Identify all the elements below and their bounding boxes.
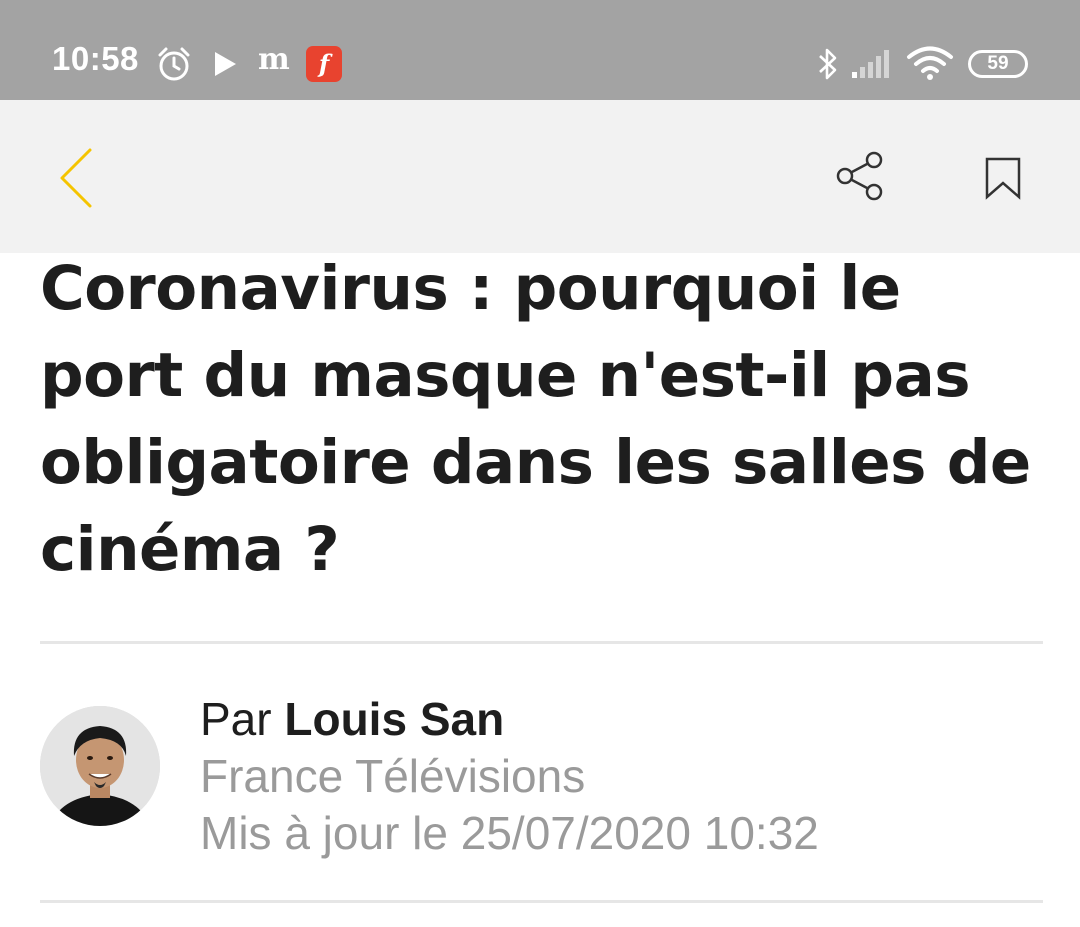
battery-icon: 59 xyxy=(968,50,1028,78)
updated-timestamp: Mis à jour le 25/07/2020 10:32 xyxy=(200,807,819,859)
alarm-icon xyxy=(156,46,192,86)
author-name[interactable]: Louis San xyxy=(284,693,504,745)
source-label: France Télévisions xyxy=(200,750,586,802)
chevron-left-icon[interactable] xyxy=(56,146,96,214)
le-monde-icon: m xyxy=(258,42,290,77)
wifi-icon xyxy=(906,46,954,84)
play-icon xyxy=(212,50,238,82)
article-title: Coronavirus : pourquoi le port du masque… xyxy=(40,253,1031,585)
byline-prefix: Par xyxy=(200,693,272,745)
divider xyxy=(40,900,1043,903)
app-toolbar xyxy=(0,100,1080,253)
franceinfo-icon: f xyxy=(306,46,342,82)
bluetooth-icon xyxy=(816,46,840,86)
status-bar: 10:58 m f 59 xyxy=(0,0,1080,100)
bookmark-icon[interactable] xyxy=(984,156,1022,204)
status-time: 10:58 xyxy=(52,40,139,77)
divider xyxy=(40,641,1043,644)
signal-icon xyxy=(852,50,894,82)
byline: Par Louis San xyxy=(200,690,504,748)
share-icon[interactable] xyxy=(834,150,886,206)
author-avatar[interactable] xyxy=(40,706,160,826)
